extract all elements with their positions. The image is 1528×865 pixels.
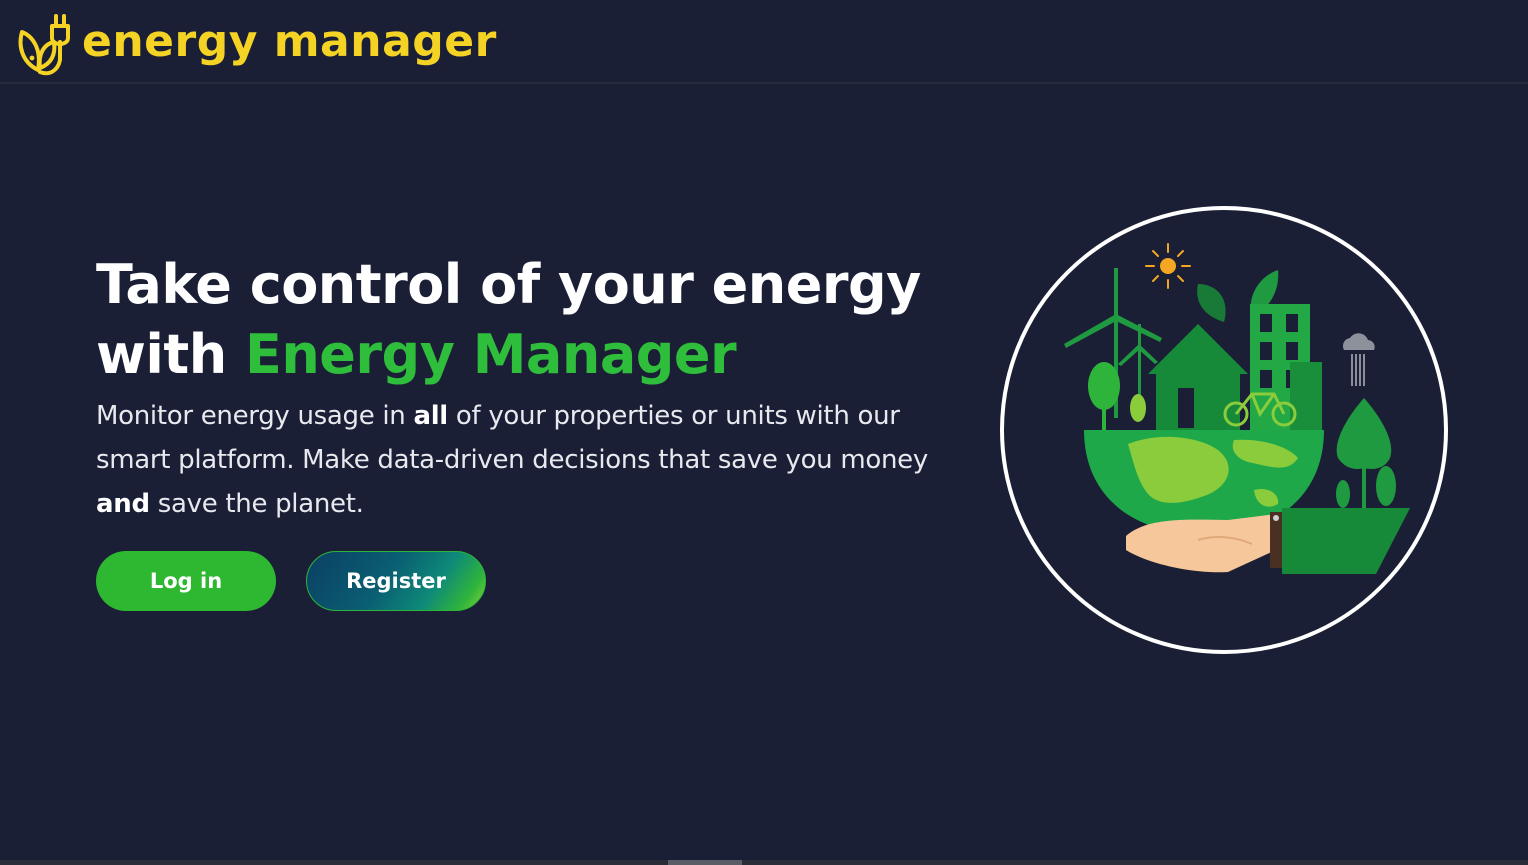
top-nav-bar: energy manager: [0, 0, 1528, 84]
desc-bold-1: all: [413, 401, 448, 431]
hero-headline: Take control of your energy with Energy M…: [96, 250, 956, 390]
green-earth-in-hand-illustration: [1000, 206, 1448, 654]
headline-accent: Energy Manager: [244, 323, 737, 386]
plug-leaf-icon: [18, 14, 70, 76]
desc-text-1: Monitor energy usage in: [96, 401, 414, 431]
desc-text-3: save the planet.: [149, 489, 364, 519]
horizontal-scrollbar[interactable]: [0, 860, 1528, 865]
login-button[interactable]: Log in: [96, 551, 276, 611]
sun-icon: [1145, 243, 1191, 289]
headline-line-2-prefix: with: [96, 323, 245, 386]
headline-line-1: Take control of your energy: [96, 253, 921, 316]
scrollbar-thumb[interactable]: [668, 860, 742, 865]
hero-description: Monitor energy usage in all of your prop…: [96, 394, 956, 526]
desc-bold-2: and: [96, 489, 150, 519]
register-button[interactable]: Register: [306, 551, 486, 611]
brand-logo[interactable]: energy manager: [16, 12, 497, 78]
hero-actions: Log in Register: [96, 551, 486, 611]
hero-section: Take control of your energy with Energy M…: [96, 250, 956, 526]
brand-name: energy manager: [82, 15, 497, 67]
